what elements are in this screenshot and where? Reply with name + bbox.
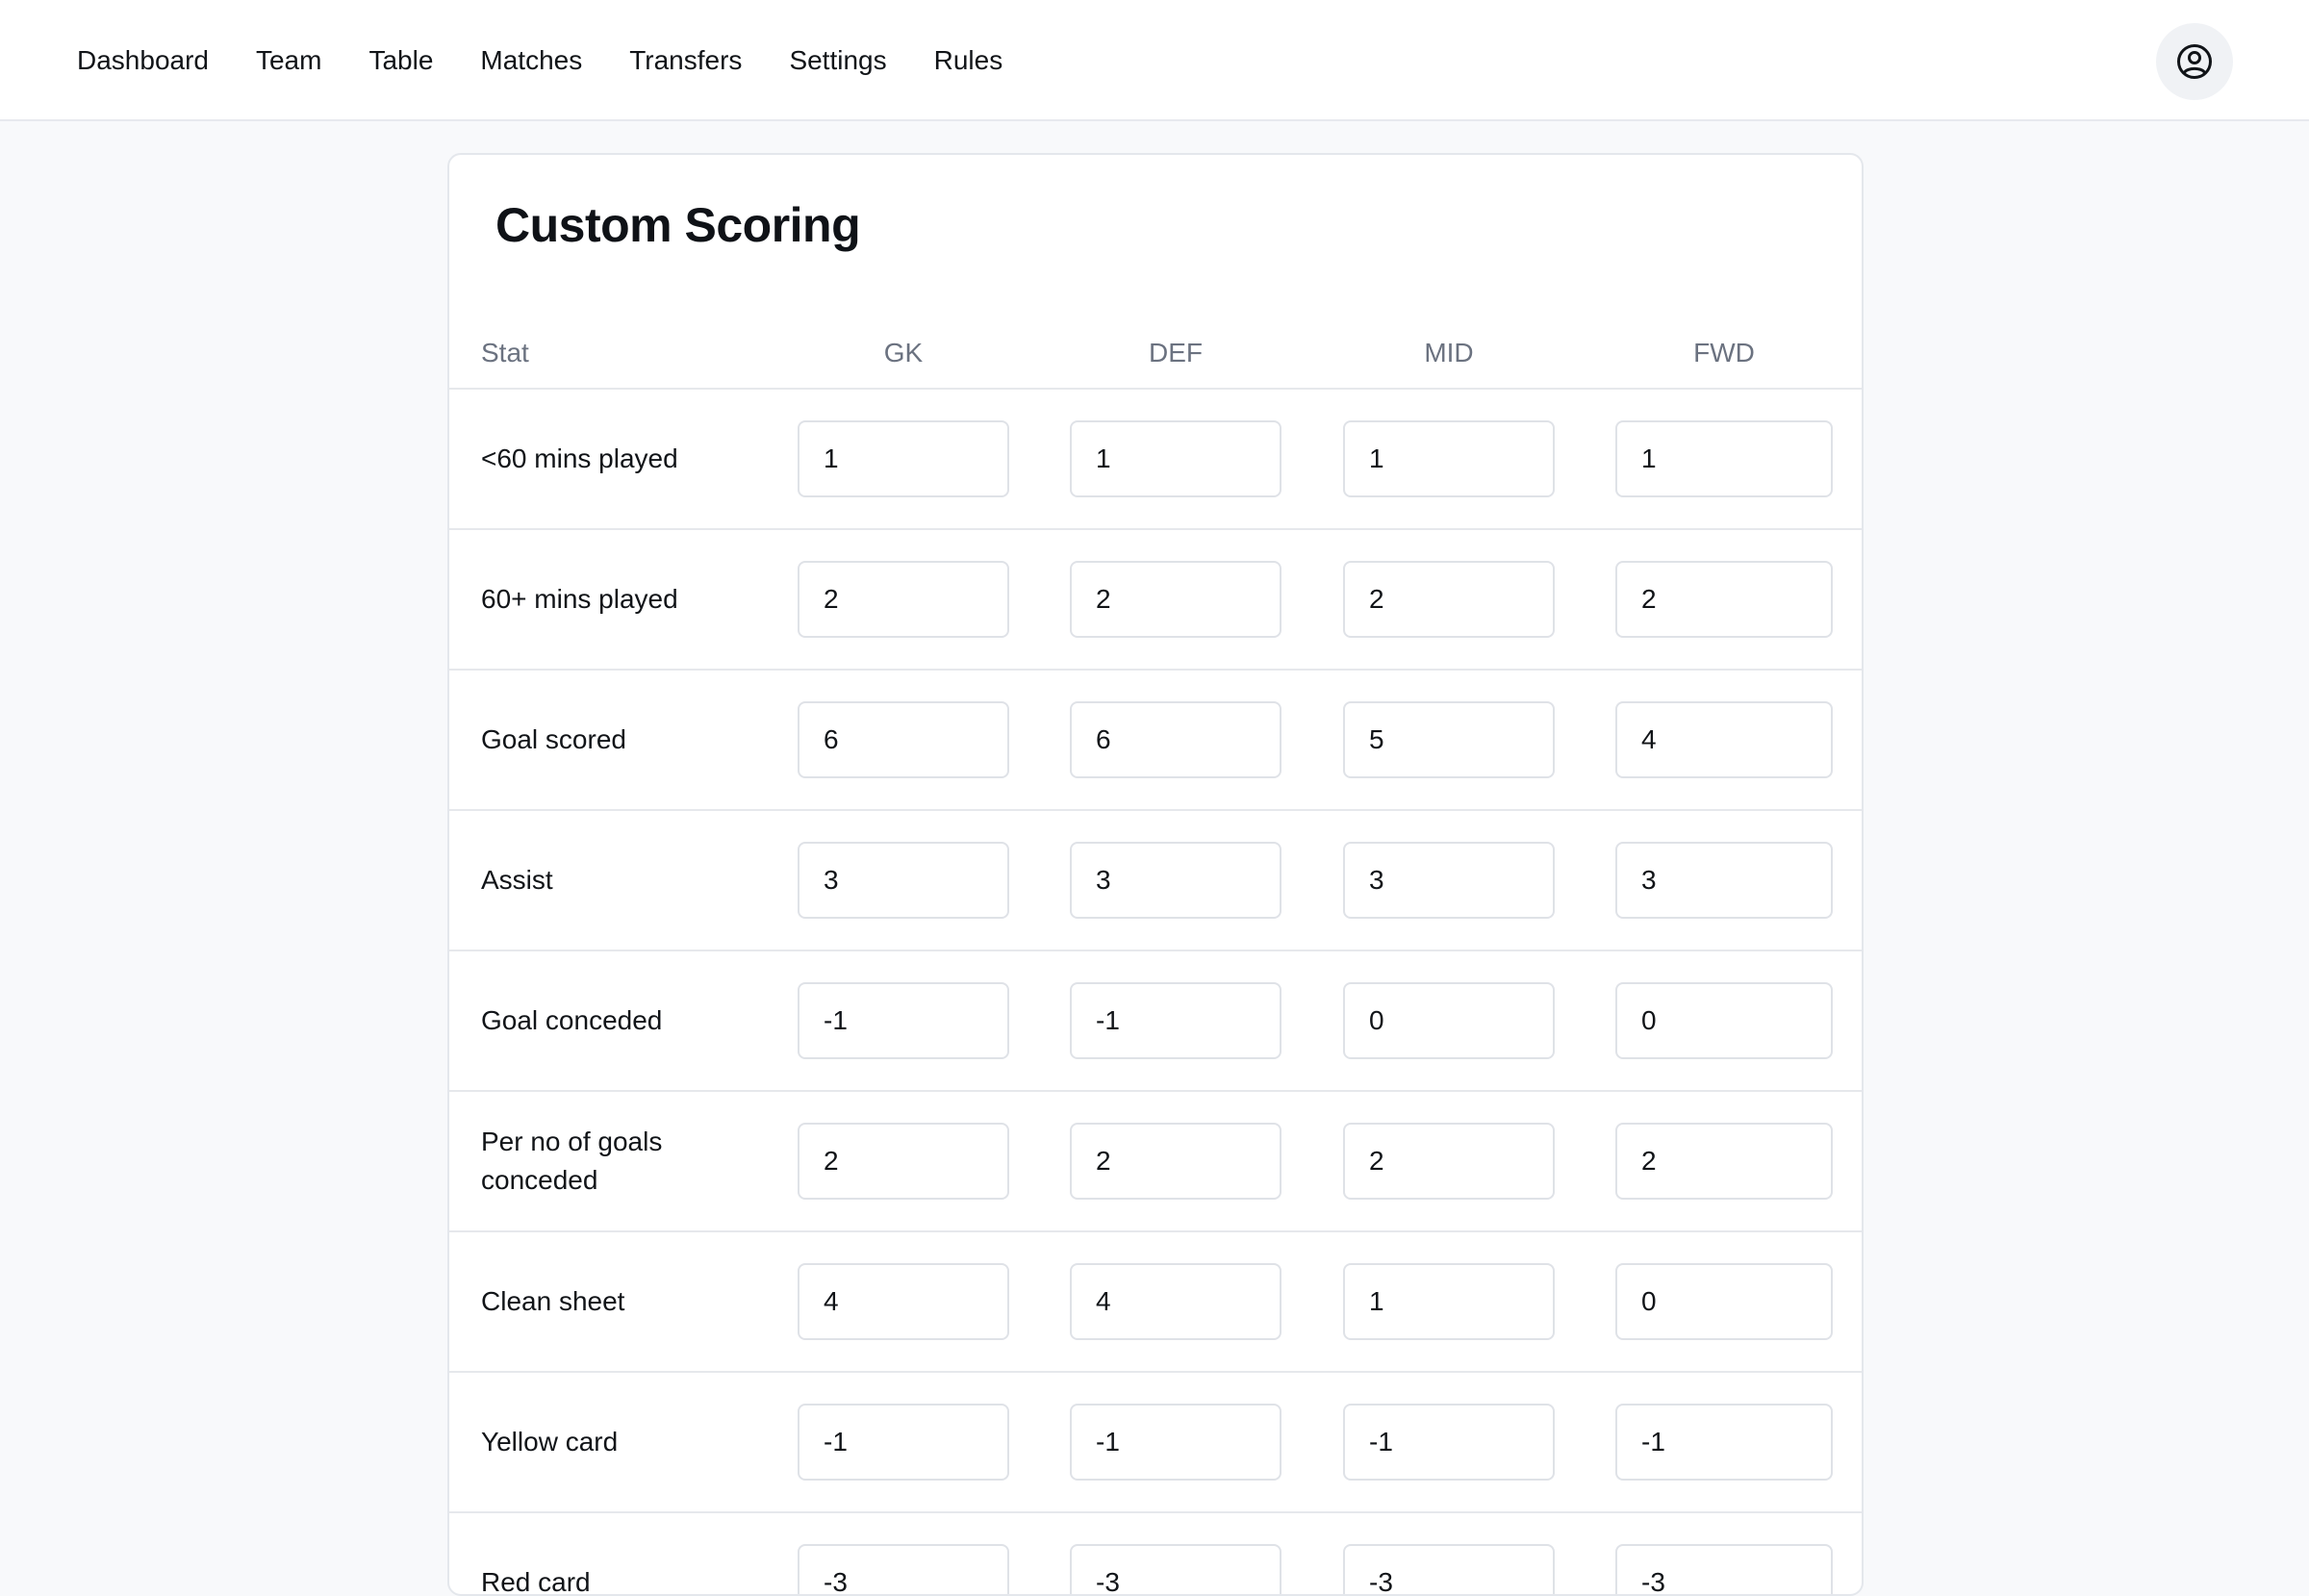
score-input-mid[interactable] bbox=[1343, 420, 1555, 497]
nav-transfers[interactable]: Transfers bbox=[629, 45, 742, 76]
score-input-def[interactable] bbox=[1070, 1123, 1281, 1200]
table-row: Yellow card bbox=[449, 1373, 1862, 1513]
score-input-gk[interactable] bbox=[798, 561, 1009, 638]
nav-table[interactable]: Table bbox=[368, 45, 433, 76]
table-row: Assist bbox=[449, 811, 1862, 951]
score-input-mid[interactable] bbox=[1343, 561, 1555, 638]
score-input-fwd[interactable] bbox=[1615, 982, 1833, 1059]
main-nav: Dashboard Team Table Matches Transfers S… bbox=[77, 0, 1050, 121]
nav-team[interactable]: Team bbox=[256, 45, 321, 76]
table-row: Clean sheet bbox=[449, 1232, 1862, 1373]
score-input-mid[interactable] bbox=[1343, 1263, 1555, 1340]
table-row: Per no of goals conceded bbox=[449, 1092, 1862, 1232]
score-input-fwd[interactable] bbox=[1615, 1544, 1833, 1594]
nav-matches[interactable]: Matches bbox=[480, 45, 582, 76]
table-row: Goal scored bbox=[449, 671, 1862, 811]
stat-label: Yellow card bbox=[481, 1427, 619, 1457]
stat-label: Goal conceded bbox=[481, 1005, 663, 1035]
table-row: Goal conceded bbox=[449, 951, 1862, 1092]
score-input-def[interactable] bbox=[1070, 842, 1281, 919]
stat-label: Red card bbox=[481, 1567, 591, 1596]
score-input-gk[interactable] bbox=[798, 1263, 1009, 1340]
table-row: Red card bbox=[449, 1513, 1862, 1596]
nav-settings[interactable]: Settings bbox=[789, 45, 886, 76]
stat-label: Per no of goals conceded bbox=[481, 1127, 663, 1195]
score-input-mid[interactable] bbox=[1343, 701, 1555, 778]
column-header-def: DEF bbox=[1149, 338, 1203, 367]
score-input-fwd[interactable] bbox=[1615, 1404, 1833, 1481]
score-input-def[interactable] bbox=[1070, 561, 1281, 638]
nav-rules[interactable]: Rules bbox=[934, 45, 1003, 76]
column-header-mid: MID bbox=[1424, 338, 1474, 367]
score-input-gk[interactable] bbox=[798, 701, 1009, 778]
score-input-gk[interactable] bbox=[798, 1404, 1009, 1481]
stat-label: Clean sheet bbox=[481, 1286, 625, 1316]
score-input-gk[interactable] bbox=[798, 1544, 1009, 1594]
account-button[interactable] bbox=[2156, 23, 2233, 100]
score-input-fwd[interactable] bbox=[1615, 1263, 1833, 1340]
score-input-mid[interactable] bbox=[1343, 1404, 1555, 1481]
stat-label: 60+ mins played bbox=[481, 584, 678, 614]
score-input-mid[interactable] bbox=[1343, 1123, 1555, 1200]
score-input-fwd[interactable] bbox=[1615, 701, 1833, 778]
score-input-mid[interactable] bbox=[1343, 1544, 1555, 1594]
stat-label: Goal scored bbox=[481, 724, 626, 754]
stat-label: Assist bbox=[481, 865, 553, 895]
top-navigation-bar: Dashboard Team Table Matches Transfers S… bbox=[0, 0, 2309, 121]
score-input-def[interactable] bbox=[1070, 1544, 1281, 1594]
score-input-def[interactable] bbox=[1070, 982, 1281, 1059]
score-input-mid[interactable] bbox=[1343, 982, 1555, 1059]
score-input-gk[interactable] bbox=[798, 1123, 1009, 1200]
user-circle-icon bbox=[2177, 44, 2212, 79]
table-row: <60 mins played bbox=[449, 390, 1862, 530]
score-input-fwd[interactable] bbox=[1615, 561, 1833, 638]
column-header-stat: Stat bbox=[481, 338, 529, 367]
score-input-def[interactable] bbox=[1070, 701, 1281, 778]
score-input-fwd[interactable] bbox=[1615, 842, 1833, 919]
column-header-gk: GK bbox=[883, 338, 924, 367]
score-input-def[interactable] bbox=[1070, 420, 1281, 497]
table-header: Stat GK DEF MID FWD bbox=[449, 318, 1862, 390]
score-input-def[interactable] bbox=[1070, 1263, 1281, 1340]
score-input-fwd[interactable] bbox=[1615, 420, 1833, 497]
custom-scoring-card: Custom Scoring Stat GK DEF MID FWD <60 m… bbox=[447, 153, 1864, 1596]
score-input-mid[interactable] bbox=[1343, 842, 1555, 919]
nav-dashboard[interactable]: Dashboard bbox=[77, 45, 209, 76]
stat-label: <60 mins played bbox=[481, 443, 678, 473]
score-input-gk[interactable] bbox=[798, 982, 1009, 1059]
table-row: 60+ mins played bbox=[449, 530, 1862, 671]
page-title: Custom Scoring bbox=[495, 198, 861, 252]
column-header-fwd: FWD bbox=[1693, 338, 1755, 367]
score-input-gk[interactable] bbox=[798, 420, 1009, 497]
score-input-def[interactable] bbox=[1070, 1404, 1281, 1481]
score-input-fwd[interactable] bbox=[1615, 1123, 1833, 1200]
score-input-gk[interactable] bbox=[798, 842, 1009, 919]
